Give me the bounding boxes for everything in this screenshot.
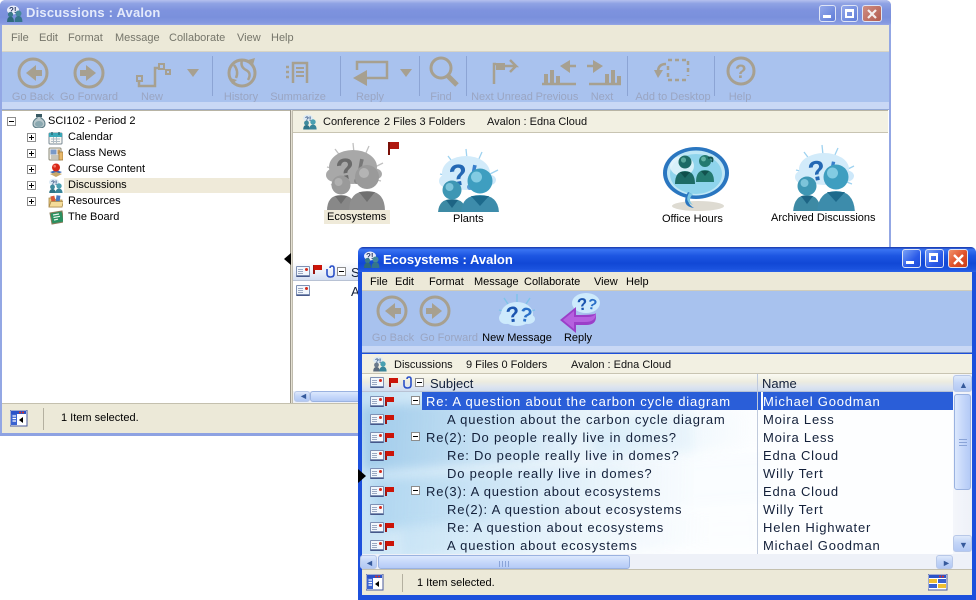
svg-text:?: ? — [518, 304, 534, 328]
svg-text:?: ? — [586, 296, 598, 314]
svg-text:?: ? — [735, 62, 747, 83]
